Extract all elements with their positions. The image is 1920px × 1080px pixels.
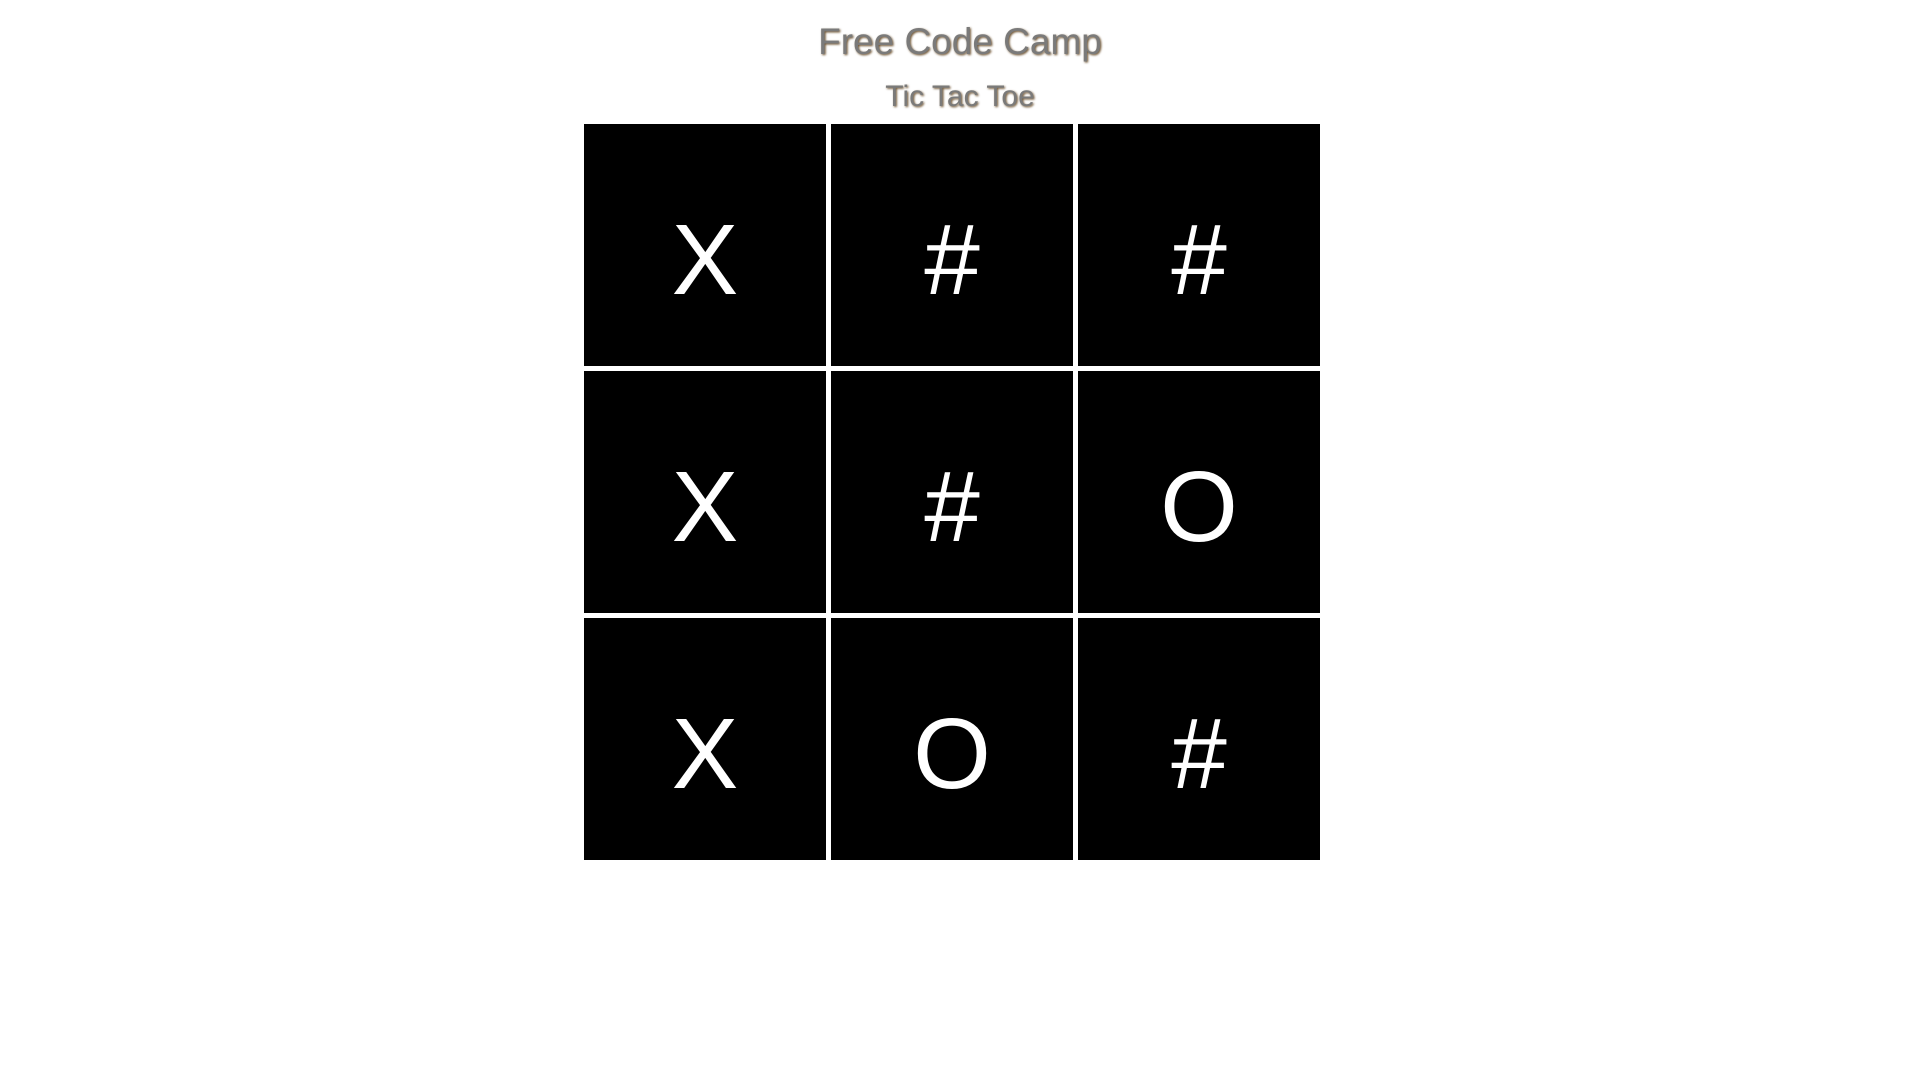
board-cell-1[interactable]: X [584,124,826,366]
board-cell-8[interactable]: O [831,618,1073,860]
page-subtitle: Tic Tac Toe [885,80,1035,113]
board-cell-5[interactable]: # [831,371,1073,613]
board-cell-3[interactable]: # [1078,124,1320,366]
board-cell-6[interactable]: O [1078,371,1320,613]
game-board: X # # X # O X O # [584,124,1320,860]
page-title: Free Code Camp [818,21,1102,62]
page: Free Code Camp Tic Tac Toe X # # X # O X… [0,0,1920,1080]
board-cell-9[interactable]: # [1078,618,1320,860]
board-cell-4[interactable]: X [584,371,826,613]
board-cell-2[interactable]: # [831,124,1073,366]
board-cell-7[interactable]: X [584,618,826,860]
